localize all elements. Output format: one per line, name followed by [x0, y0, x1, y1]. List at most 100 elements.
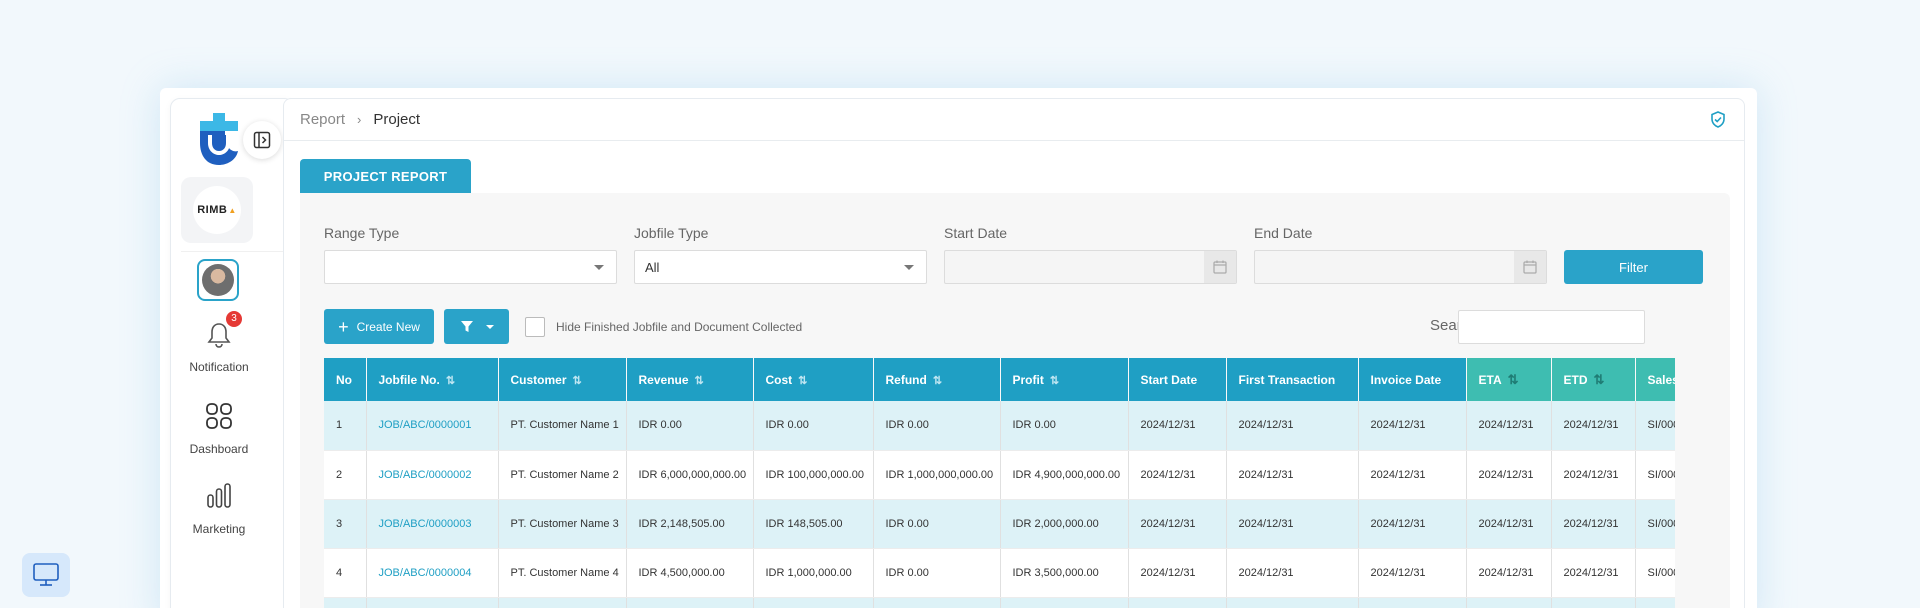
sort-icon: ⇅ — [1507, 371, 1519, 387]
jobfile-type-select[interactable]: All — [634, 250, 927, 284]
bar-chart-icon — [204, 481, 234, 516]
column-header-etd[interactable]: ETD ⇅ — [1551, 358, 1636, 401]
sort-icon: ⇅ — [1049, 374, 1059, 387]
column-header-refund[interactable]: Refund ⇅ — [873, 358, 1001, 401]
table-cell: IDR 100,000,000.00 — [753, 450, 874, 500]
calendar-icon[interactable] — [1514, 251, 1546, 283]
sidebar-item-marketing[interactable]: Marketing — [171, 481, 267, 536]
breadcrumb: Report › Project — [284, 99, 1744, 141]
tab-project-report[interactable]: PROJECT REPORT — [300, 159, 471, 193]
table-cell: JOB/ABC/0000003 — [366, 499, 499, 549]
column-header-no: No — [324, 358, 367, 401]
column-header-revenue[interactable]: Revenue ⇅ — [626, 358, 754, 401]
column-header-profit[interactable]: Profit ⇅ — [1000, 358, 1129, 401]
table-cell: JOB/ABC/0000001 — [366, 401, 499, 451]
table-cell: 2024/12/31 — [1128, 499, 1227, 549]
breadcrumb-report[interactable]: Report — [300, 111, 345, 128]
column-header-cost[interactable]: Cost ⇅ — [753, 358, 874, 401]
table-cell: 2024/12/31 — [1128, 401, 1227, 451]
user-avatar[interactable] — [197, 259, 239, 301]
shield-check-icon[interactable] — [1710, 111, 1726, 133]
company-brand[interactable]: RIMB ▲ — [181, 177, 253, 243]
table-cell: PT. Customer Name 2 — [498, 450, 627, 500]
table-cell: IDR 4,900,000,000.00 — [1000, 450, 1129, 500]
table-cell: 2024/12/31 — [1128, 548, 1227, 598]
sidebar-item-label: Dashboard — [189, 442, 249, 456]
sort-icon: ⇅ — [1593, 371, 1605, 387]
table-cell: 4 — [324, 548, 367, 598]
table-cell — [1358, 597, 1467, 608]
table-cell — [1226, 597, 1359, 608]
table-cell: 2024/12/31 — [1358, 548, 1467, 598]
search-input[interactable] — [1458, 310, 1645, 344]
notification-badge: 3 — [226, 311, 242, 327]
sidebar-item-notification[interactable]: 3 Notification — [171, 311, 267, 374]
sidebar-divider — [181, 251, 285, 252]
table-cell: SI/00000000 — [1635, 499, 1675, 549]
table-cell: 2024/12/31 — [1226, 548, 1359, 598]
company-logo-text: RIMB — [197, 204, 228, 216]
column-header-customer[interactable]: Customer ⇅ — [498, 358, 627, 401]
table-cell: 2024/12/31 — [1226, 401, 1359, 451]
sidebar-collapse-button[interactable] — [243, 121, 281, 159]
table-cell: SI/00000000 — [1635, 401, 1675, 451]
hide-finished-checkbox[interactable] — [525, 317, 545, 337]
column-header-sales-invoice[interactable]: Sales Invoice — [1635, 358, 1675, 401]
range-type-select[interactable] — [324, 250, 617, 284]
jobfile-link[interactable]: JOB/ABC/0000003 — [379, 518, 472, 530]
chevron-down-icon — [904, 265, 914, 270]
funnel-icon — [460, 321, 473, 332]
sidebar-item-report[interactable] — [22, 553, 70, 597]
range-type-label: Range Type — [324, 225, 400, 241]
sort-icon: ⇅ — [932, 374, 942, 387]
table-cell: 3 — [324, 499, 367, 549]
column-header-eta[interactable]: ETA ⇅ — [1466, 358, 1552, 401]
breadcrumb-separator: › — [357, 112, 362, 127]
table-cell: 2024/12/31 — [1551, 499, 1636, 549]
table-row[interactable]: 2 JOB/ABC/0000002 PT. Customer Name 2 IDR 6… — [324, 450, 1675, 500]
start-date-input[interactable] — [944, 250, 1237, 284]
column-header-start-date[interactable]: Start Date — [1128, 358, 1227, 401]
table-cell: 2024/12/31 — [1466, 450, 1552, 500]
jobfile-link[interactable]: JOB/ABC/0000001 — [379, 419, 472, 431]
column-header-first-transaction[interactable]: First Transaction — [1226, 358, 1359, 401]
table-cell: IDR 1,000,000,000.00 — [873, 450, 1001, 500]
jobfile-link[interactable]: JOB/ABC/0000002 — [379, 469, 472, 481]
table-row[interactable]: 4 JOB/ABC/0000004 PT. Customer Name 4 IDR 4… — [324, 548, 1675, 598]
calendar-icon[interactable] — [1204, 251, 1236, 283]
table-cell: 1 — [324, 401, 367, 451]
sidebar-item-label: Notification — [189, 360, 249, 374]
sidebar: RIMB ▲ 3 Notification Dashboard Marketin… — [170, 98, 294, 608]
table-cell: 2024/12/31 — [1358, 450, 1467, 500]
table-header-row: No Jobfile No. ⇅ Customer ⇅ Revenue ⇅ Cost ⇅… — [324, 358, 1675, 401]
table-cell: PT. Customer Name 1 — [498, 401, 627, 451]
sidebar-item-label: Marketing — [192, 522, 246, 536]
table-cell: 2024/12/31 — [1551, 548, 1636, 598]
hide-finished-label: Hide Finished Jobfile and Document Colle… — [556, 320, 803, 334]
chevron-down-icon — [485, 324, 494, 329]
create-new-button[interactable]: + Create New — [324, 309, 434, 344]
end-date-input[interactable] — [1254, 250, 1547, 284]
column-filter-dropdown[interactable] — [444, 309, 509, 344]
column-header-jobfile-no[interactable]: Jobfile No. ⇅ — [366, 358, 499, 401]
table-cell — [1466, 597, 1552, 608]
sidebar-item-dashboard[interactable]: Dashboard — [171, 401, 267, 456]
jobfile-type-value: All — [645, 259, 660, 275]
column-header-invoice-date[interactable]: Invoice Date — [1358, 358, 1467, 401]
table-cell: IDR 2,148,505.00 — [626, 499, 754, 549]
table-body: 1 JOB/ABC/0000001 PT. Customer Name 1 IDR 0… — [324, 401, 1675, 608]
jobfile-link[interactable]: JOB/ABC/0000004 — [379, 567, 472, 579]
filter-button[interactable]: Filter — [1564, 250, 1703, 284]
table-cell — [1128, 597, 1227, 608]
sort-icon: ⇅ — [572, 374, 582, 387]
app-logo — [196, 113, 242, 165]
table-cell: JOB/ABC/0000002 — [366, 450, 499, 500]
table-cell: 2024/12/31 — [1128, 450, 1227, 500]
jobfile-type-label: Jobfile Type — [634, 225, 709, 241]
chevron-down-icon — [594, 265, 604, 270]
table-row[interactable]: 1 JOB/ABC/0000001 PT. Customer Name 1 IDR 0… — [324, 401, 1675, 451]
sort-icon: ⇅ — [694, 374, 704, 387]
table-row[interactable]: 3 JOB/ABC/0000003 PT. Customer Name 3 IDR 2… — [324, 499, 1675, 549]
company-logo-mark: ▲ — [228, 205, 237, 215]
table-cell — [626, 597, 754, 608]
